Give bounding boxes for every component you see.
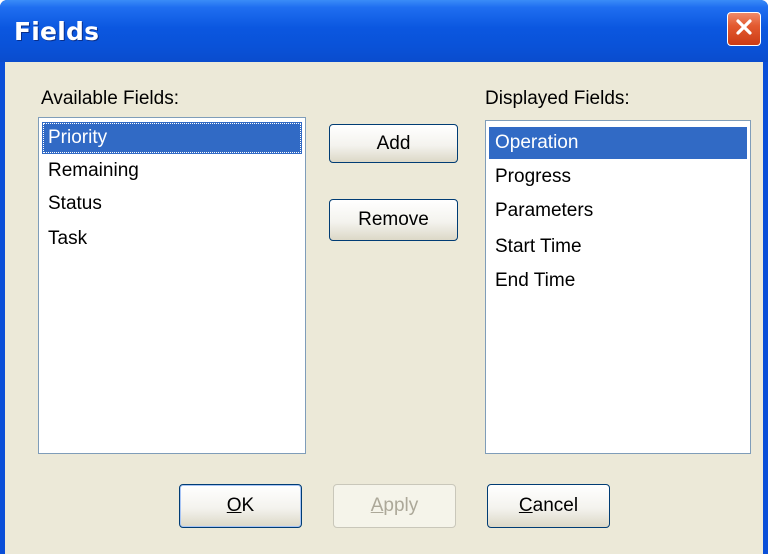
displayed-fields-label: Displayed Fields: <box>485 88 630 109</box>
cancel-label-rest: ancel <box>532 495 579 516</box>
list-item-parameters[interactable]: Parameters <box>489 195 747 227</box>
ok-button[interactable]: OK <box>179 484 302 528</box>
remove-button[interactable]: Remove <box>329 199 458 241</box>
add-button[interactable]: Add <box>329 124 458 163</box>
fields-dialog: Fields Available Fields: Displayed Field… <box>0 0 768 554</box>
close-icon <box>734 17 754 42</box>
displayed-fields-list[interactable]: Operation Progress Parameters Start Time… <box>485 120 751 454</box>
apply-mnemonic: A <box>370 495 384 516</box>
cancel-button[interactable]: Cancel <box>487 484 610 528</box>
list-item-operation[interactable]: Operation <box>489 127 747 159</box>
cancel-mnemonic: C <box>518 495 533 516</box>
dialog-body: Available Fields: Displayed Fields: Prio… <box>5 62 763 554</box>
list-item-remaining[interactable]: Remaining <box>42 155 302 187</box>
available-fields-label: Available Fields: <box>41 88 180 109</box>
list-item-start-time[interactable]: Start Time <box>489 231 747 263</box>
title-bar[interactable]: Fields <box>0 0 768 62</box>
close-button[interactable] <box>727 12 761 46</box>
list-item-end-time[interactable]: End Time <box>489 265 747 297</box>
list-item-status[interactable]: Status <box>42 188 302 220</box>
apply-button: Apply <box>333 484 456 528</box>
list-item-priority[interactable]: Priority <box>42 122 302 154</box>
list-item-task[interactable]: Task <box>42 223 302 255</box>
window-title: Fields <box>14 17 100 46</box>
list-item-progress[interactable]: Progress <box>489 161 747 193</box>
ok-mnemonic: O <box>226 495 242 516</box>
apply-label-rest: pply <box>383 495 419 516</box>
ok-label-rest: K <box>241 495 255 516</box>
available-fields-list[interactable]: Priority Remaining Status Task <box>38 117 306 454</box>
